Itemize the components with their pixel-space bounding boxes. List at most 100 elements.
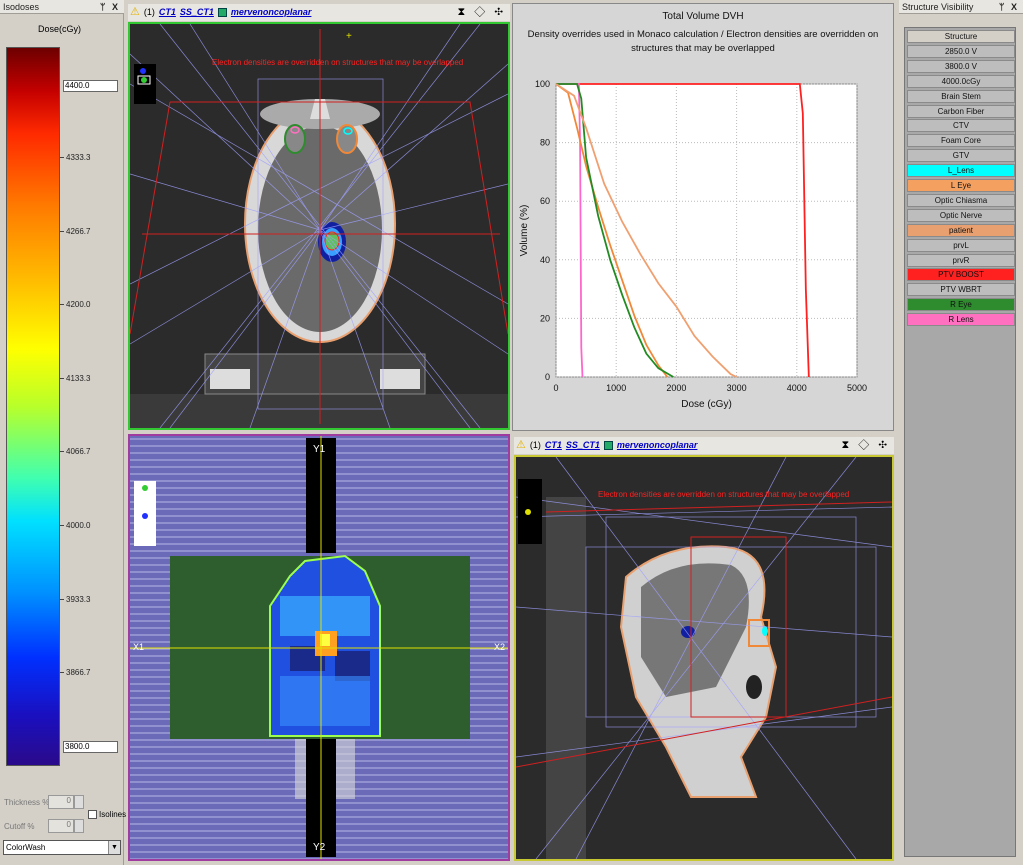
bev-image bbox=[130, 436, 508, 859]
image-set-link[interactable]: CT1 bbox=[159, 4, 176, 21]
structure-item[interactable]: L Eye bbox=[907, 179, 1015, 192]
view-controls-icon[interactable]: ⧗ ◇ ✣ bbox=[457, 4, 506, 21]
structure-item[interactable]: 3800.0 V bbox=[907, 59, 1015, 73]
structure-item[interactable]: R Eye bbox=[907, 298, 1015, 312]
cutoff-spinner[interactable] bbox=[74, 819, 84, 833]
structure-title-text: Structure Visibility bbox=[902, 2, 974, 12]
structure-item[interactable]: PTV BOOST bbox=[907, 268, 1015, 282]
isodose-tick bbox=[60, 672, 64, 673]
cutoff-label: Cutoff % bbox=[4, 822, 35, 831]
structure-item[interactable]: Brain Stem bbox=[907, 89, 1015, 103]
close-icon[interactable]: X bbox=[112, 0, 118, 14]
dvh-x-tick-label: 0 bbox=[553, 383, 558, 393]
sagittal-view-toolbar: ⚠ (1) CT1 SS_CT1 mervenoncoplanar ⧗ ◇ ✣ bbox=[514, 437, 894, 454]
structure-item[interactable]: GTV bbox=[907, 149, 1015, 163]
isolines-checkbox[interactable] bbox=[88, 810, 97, 819]
isodose-tick bbox=[60, 451, 64, 452]
svg-text:+: + bbox=[346, 31, 352, 42]
structure-set-link[interactable]: SS_CT1 bbox=[180, 4, 214, 21]
warning-icon[interactable]: ⚠ bbox=[516, 437, 526, 454]
dvh-y-tick-label: 100 bbox=[535, 79, 550, 89]
dvh-panel: Total Volume DVH Density overrides used … bbox=[512, 3, 894, 431]
chevron-down-icon[interactable]: ▼ bbox=[108, 841, 120, 854]
warning-icon[interactable]: ⚠ bbox=[130, 4, 140, 21]
axial-view[interactable]: + Electron densities are overridden on s… bbox=[128, 22, 510, 430]
sagittal-view[interactable]: Electron densities are overridden on str… bbox=[514, 455, 894, 861]
sagittal-density-warning: Electron densities are overridden on str… bbox=[598, 490, 850, 499]
isodose-panel-title: Isodoses ᛘ X bbox=[0, 0, 124, 14]
dvh-y-tick-label: 60 bbox=[540, 196, 550, 206]
app-root: { "isodoses": { "title": "Isodoses", "pi… bbox=[0, 0, 1023, 865]
isodose-label: 4000.0 bbox=[66, 521, 91, 530]
isodose-label: 4133.3 bbox=[66, 374, 91, 383]
structure-item[interactable]: Foam Core bbox=[907, 134, 1015, 148]
dvh-x-tick-label: 5000 bbox=[847, 383, 867, 393]
isodose-label: 4066.7 bbox=[66, 447, 91, 456]
dvh-chart[interactable]: 0 1000 2000 3000 4000 5000 0 20 40 60 80 100 Dose (c… bbox=[513, 4, 893, 430]
image-set-link[interactable]: CT1 bbox=[545, 437, 562, 454]
isodose-tick bbox=[60, 157, 64, 158]
view-controls-icon[interactable]: ⧗ ◇ ✣ bbox=[841, 437, 890, 454]
view-count: (1) bbox=[529, 440, 541, 450]
isodose-min-input[interactable]: 3800.0 bbox=[63, 741, 118, 753]
plan-link[interactable]: mervenoncoplanar bbox=[231, 4, 312, 21]
structure-item[interactable]: L_Lens bbox=[907, 164, 1015, 178]
isodose-label: 4333.3 bbox=[66, 153, 91, 162]
close-icon[interactable]: X bbox=[1011, 0, 1017, 14]
isodose-label: 4200.0 bbox=[66, 300, 91, 309]
structure-item[interactable]: 4000.0cGy bbox=[907, 74, 1015, 88]
structure-header: Structure bbox=[907, 30, 1015, 43]
isodose-title-text: Isodoses bbox=[3, 2, 40, 12]
dvh-x-tick-label: 2000 bbox=[666, 383, 686, 393]
pin-icon[interactable]: ᛘ bbox=[100, 0, 105, 14]
structure-item[interactable]: 2850.0 V bbox=[907, 44, 1015, 58]
structure-item[interactable]: patient bbox=[907, 223, 1015, 237]
structure-set-link[interactable]: SS_CT1 bbox=[566, 437, 600, 454]
structure-item[interactable]: PTV WBRT bbox=[907, 283, 1015, 297]
isodose-label: 3933.3 bbox=[66, 595, 91, 604]
plan-icon bbox=[217, 8, 227, 17]
isolines-label: Isolines bbox=[99, 810, 127, 819]
axial-density-warning: Electron densities are overridden on str… bbox=[212, 58, 464, 67]
structure-item[interactable]: CTV bbox=[907, 119, 1015, 133]
thickness-label: Thickness % bbox=[4, 798, 50, 807]
isodose-tick bbox=[60, 599, 64, 600]
dose-colorbar bbox=[6, 47, 60, 766]
isodose-tick bbox=[60, 378, 64, 379]
plan-link[interactable]: mervenoncoplanar bbox=[617, 437, 698, 454]
bev-label-y1: Y1 bbox=[313, 444, 326, 455]
isodose-tick bbox=[60, 304, 64, 305]
cutoff-input[interactable]: 0 bbox=[48, 819, 74, 833]
thickness-spinner[interactable] bbox=[74, 795, 84, 809]
dvh-x-tick-label: 3000 bbox=[727, 383, 747, 393]
structure-item[interactable]: Carbon Fiber bbox=[907, 104, 1015, 118]
isodose-tick bbox=[60, 525, 64, 526]
dvh-y-tick-label: 20 bbox=[540, 313, 550, 323]
dvh-y-axis-label: Volume (%) bbox=[519, 205, 530, 257]
dose-unit-label: Dose(cGy) bbox=[38, 24, 82, 34]
dvh-x-axis-label: Dose (cGy) bbox=[681, 399, 732, 410]
structure-item[interactable]: Optic Nerve bbox=[907, 208, 1015, 222]
bev-label-x2: X2 bbox=[494, 642, 506, 652]
structure-item[interactable]: prvR bbox=[907, 253, 1015, 267]
dvh-y-tick-label: 0 bbox=[545, 372, 550, 382]
view-count: (1) bbox=[143, 7, 155, 17]
pin-icon[interactable]: ᛘ bbox=[999, 0, 1004, 14]
dvh-x-tick-label: 1000 bbox=[606, 383, 626, 393]
axial-ct-image: + bbox=[130, 24, 508, 428]
structure-list: Structure 2850.0 V 3800.0 V 4000.0cGy Brain … bbox=[904, 27, 1016, 857]
structure-item[interactable]: R Lens bbox=[907, 313, 1015, 327]
plan-icon bbox=[603, 441, 613, 450]
isodose-label: 4266.7 bbox=[66, 227, 91, 236]
render-mode-value: ColorWash bbox=[6, 843, 46, 852]
bev-view[interactable]: Y1 Y2 X1 X2 bbox=[128, 434, 510, 861]
structure-item[interactable]: prvL bbox=[907, 238, 1015, 252]
isodose-max-input[interactable]: 4400.0 bbox=[63, 80, 118, 92]
structure-item[interactable]: Optic Chiasma bbox=[907, 193, 1015, 207]
thickness-input[interactable]: 0 bbox=[48, 795, 74, 809]
dvh-x-tick-label: 4000 bbox=[787, 383, 807, 393]
render-mode-select[interactable]: ColorWash ▼ bbox=[3, 840, 121, 855]
structure-panel-title: Structure Visibility ᛘ X bbox=[899, 0, 1023, 14]
bev-label-y2: Y2 bbox=[313, 842, 326, 853]
axial-view-toolbar: ⚠ (1) CT1 SS_CT1 mervenoncoplanar ⧗ ◇ ✣ bbox=[128, 4, 510, 21]
